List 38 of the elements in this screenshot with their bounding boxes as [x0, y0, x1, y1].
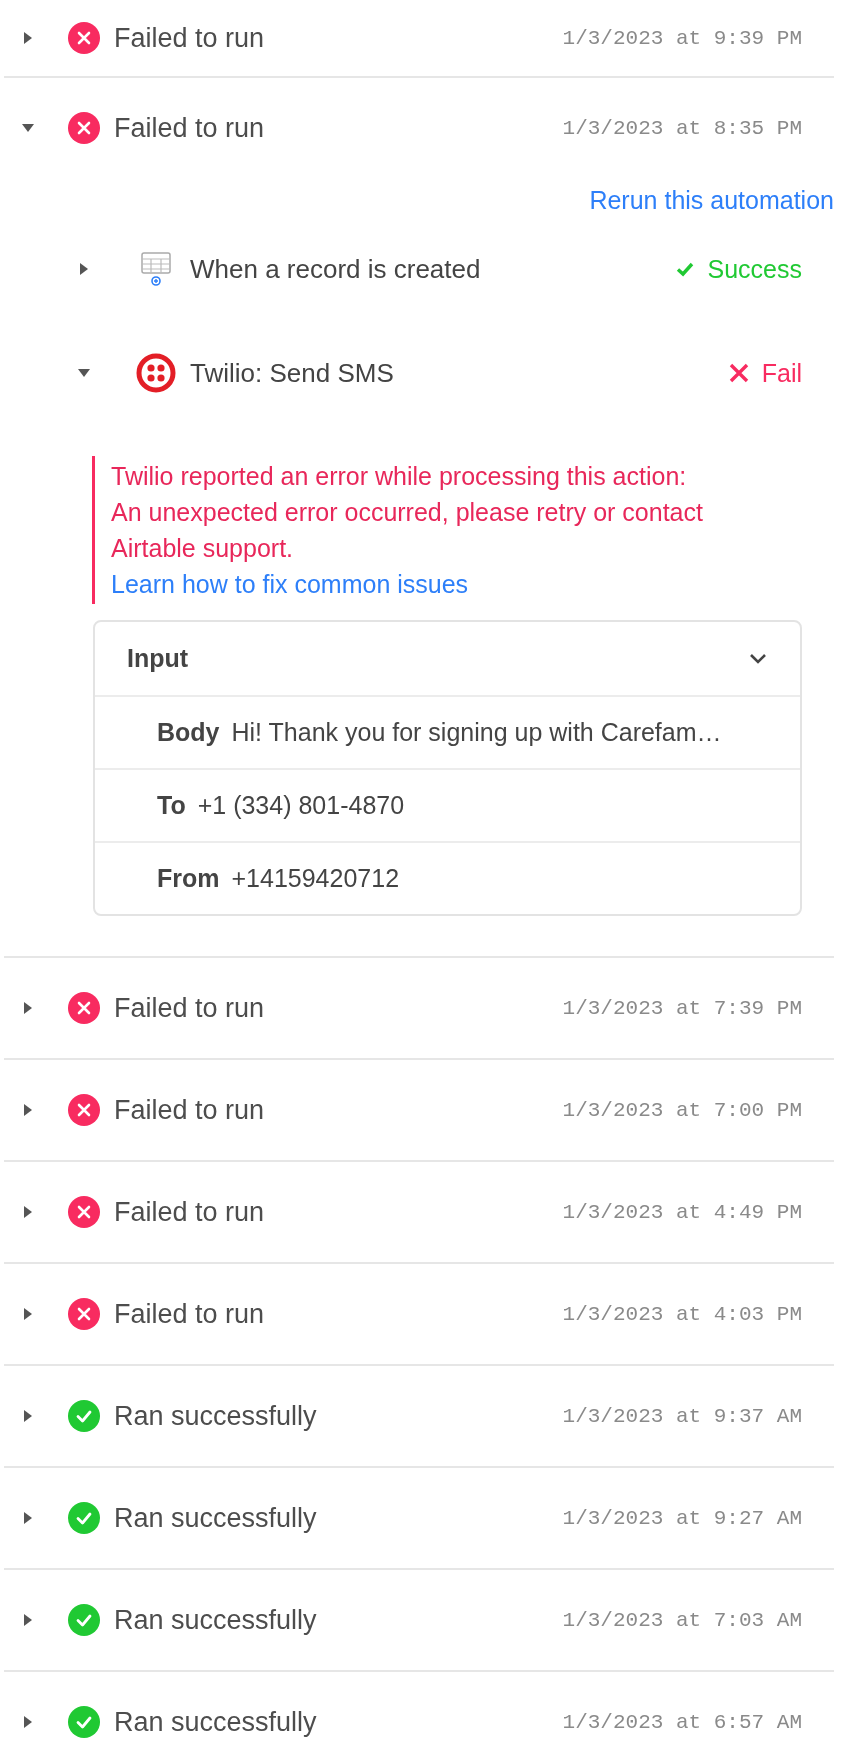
field-value: +1 (334) 801-4870 — [197, 791, 405, 820]
run-status: Ran successfully — [114, 1400, 318, 1432]
field-label: To — [157, 791, 186, 820]
run-time: 1/3/2023 at 4:49 PM — [562, 1200, 802, 1224]
run-time: 1/3/2023 at 7:00 PM — [562, 1098, 802, 1122]
run-status: Failed to run — [114, 112, 266, 144]
field-value: +14159420712 — [231, 864, 400, 893]
step-name: When a record is created — [190, 253, 482, 285]
run-time: 1/3/2023 at 6:57 AM — [562, 1710, 802, 1734]
run-time: 1/3/2023 at 9:37 AM — [562, 1404, 802, 1428]
run-status: Failed to run — [114, 1196, 266, 1228]
field-label: From — [157, 864, 220, 893]
run-time: 1/3/2023 at 7:03 AM — [562, 1608, 802, 1632]
run-status: Failed to run — [114, 22, 266, 54]
run-status: Ran successfully — [114, 1604, 318, 1636]
run-status: Failed to run — [114, 1094, 266, 1126]
run-status: Failed to run — [114, 992, 266, 1024]
input-panel-header[interactable]: Input — [95, 622, 800, 695]
help-link[interactable]: Learn how to fix common issues — [111, 566, 802, 602]
run-status: Ran successfully — [114, 1706, 318, 1738]
run-time: 1/3/2023 at 9:39 PM — [562, 26, 802, 50]
run-time: 1/3/2023 at 7:39 PM — [562, 996, 802, 1020]
run-time: 1/3/2023 at 8:35 PM — [562, 116, 802, 140]
error-text: An unexpected error occurred, please retry or contact — [111, 497, 704, 528]
step-result: Fail — [761, 358, 802, 388]
step-result: Success — [707, 254, 802, 284]
run-status: Failed to run — [114, 1298, 266, 1330]
table-add-icon — [140, 251, 172, 287]
error-text: Twilio reported an error while processing this action: — [111, 461, 688, 492]
four-dots-logo-icon — [136, 353, 176, 393]
run-time: 1/3/2023 at 9:27 AM — [562, 1506, 802, 1530]
run-status: Ran successfully — [114, 1502, 318, 1534]
step-name: Twilio: Send SMS — [190, 357, 395, 389]
field-value: Hi! Thank you for signing up with Carefam… — [231, 718, 722, 747]
field-label: Body — [157, 718, 220, 747]
run-time: 1/3/2023 at 4:03 PM — [562, 1302, 802, 1326]
error-text: Airtable support. — [111, 533, 295, 564]
rerun-link[interactable]: Rerun this automation — [589, 186, 834, 215]
